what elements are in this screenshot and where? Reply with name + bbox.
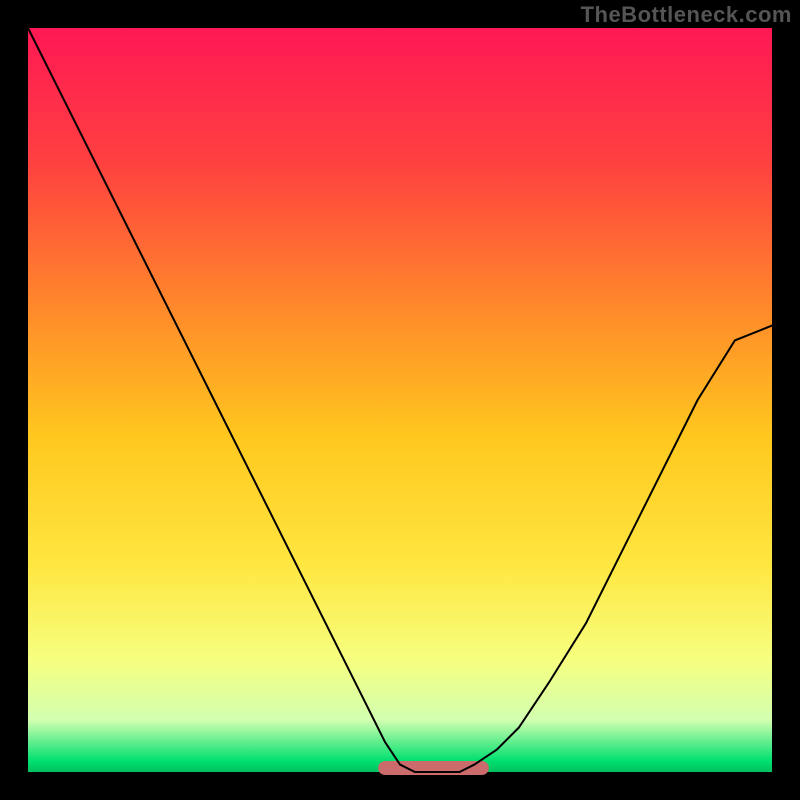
plot-area (28, 28, 772, 772)
watermark-text: TheBottleneck.com (581, 2, 792, 28)
chart-frame: TheBottleneck.com (0, 0, 800, 800)
chart-svg (0, 0, 800, 800)
